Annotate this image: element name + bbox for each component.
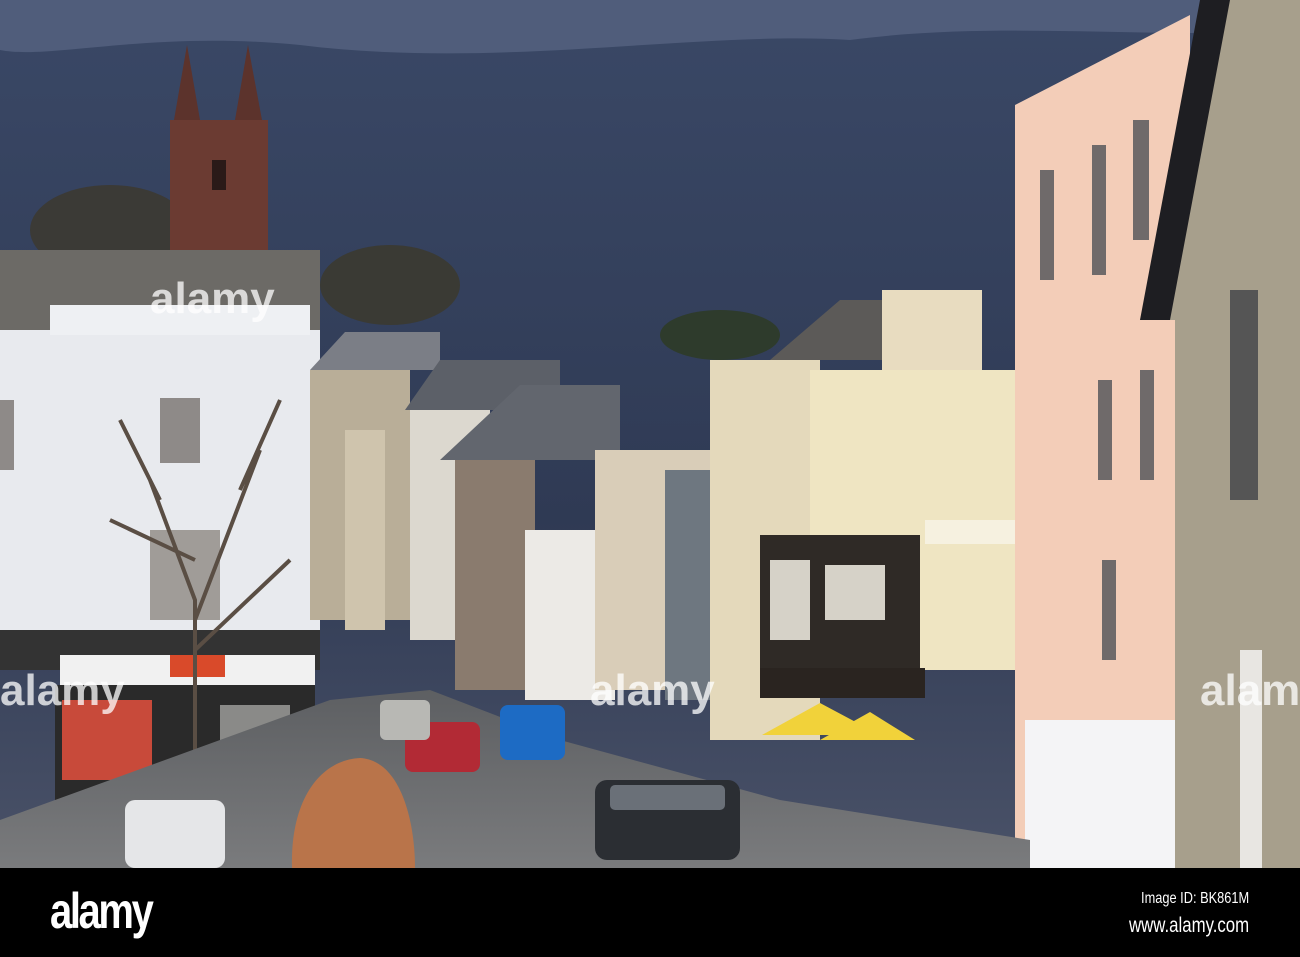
stock-photo-frame: alamy alamy alamy alamy alamy Image ID: … xyxy=(0,0,1300,957)
watermark: alamy xyxy=(590,666,715,715)
image-id: Image ID: BK861M xyxy=(1140,890,1249,907)
trees xyxy=(320,245,460,325)
street-scene-photo: alamy alamy alamy alamy xyxy=(0,0,1300,868)
stock-footer-bar: alamy Image ID: BK861M www.alamy.com xyxy=(0,868,1300,957)
website-link[interactable]: www.alamy.com xyxy=(1129,914,1249,938)
watermark: alamy xyxy=(1200,666,1300,715)
alamy-logo: alamy xyxy=(50,883,154,939)
trees xyxy=(660,310,780,360)
watermark: alamy xyxy=(150,274,275,323)
watermark: alamy xyxy=(0,666,125,715)
pink-georgian-building xyxy=(1015,15,1190,868)
